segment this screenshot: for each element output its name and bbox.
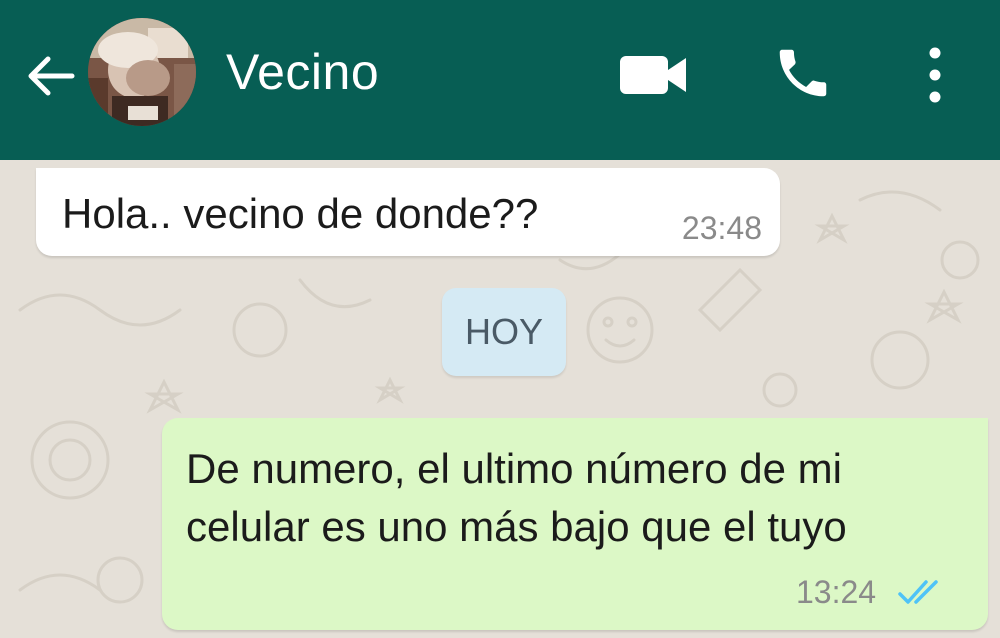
chat-header: Vecino <box>0 0 1000 160</box>
video-camera-icon[interactable] <box>618 50 690 100</box>
message-text: Hola.. vecino de donde?? <box>62 190 539 237</box>
incoming-message[interactable]: Hola.. vecino de donde?? 23:48 <box>36 168 780 256</box>
phone-icon[interactable] <box>772 42 834 104</box>
outgoing-message[interactable]: De numero, el ultimo número de mi celula… <box>162 418 988 630</box>
arrow-left-icon[interactable] <box>22 48 78 104</box>
message-time: 13:24 <box>796 574 877 610</box>
date-separator-label: HOY <box>464 311 543 352</box>
date-separator: HOY <box>442 288 566 376</box>
chat-area[interactable]: Hola.. vecino de donde?? 23:48 HOY De nu… <box>0 160 1000 638</box>
message-time: 23:48 <box>681 210 762 246</box>
more-vertical-icon[interactable] <box>920 44 950 106</box>
avatar[interactable] <box>88 18 196 126</box>
contact-name[interactable]: Vecino <box>226 42 379 102</box>
message-text: De numero, el ultimo número de mi celula… <box>186 445 847 550</box>
double-check-read-icon <box>898 580 938 604</box>
avatar-image <box>88 18 196 126</box>
